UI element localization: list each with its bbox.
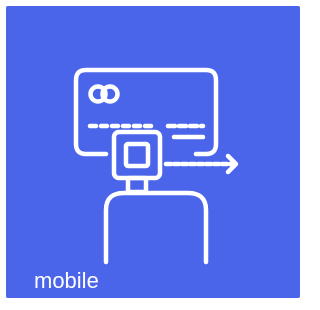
- card-reader-mobile-icon: [6, 6, 300, 298]
- mobile-payment-tile[interactable]: mobile: [6, 6, 300, 298]
- tile-background: [6, 6, 300, 298]
- tile-label: mobile: [34, 268, 99, 293]
